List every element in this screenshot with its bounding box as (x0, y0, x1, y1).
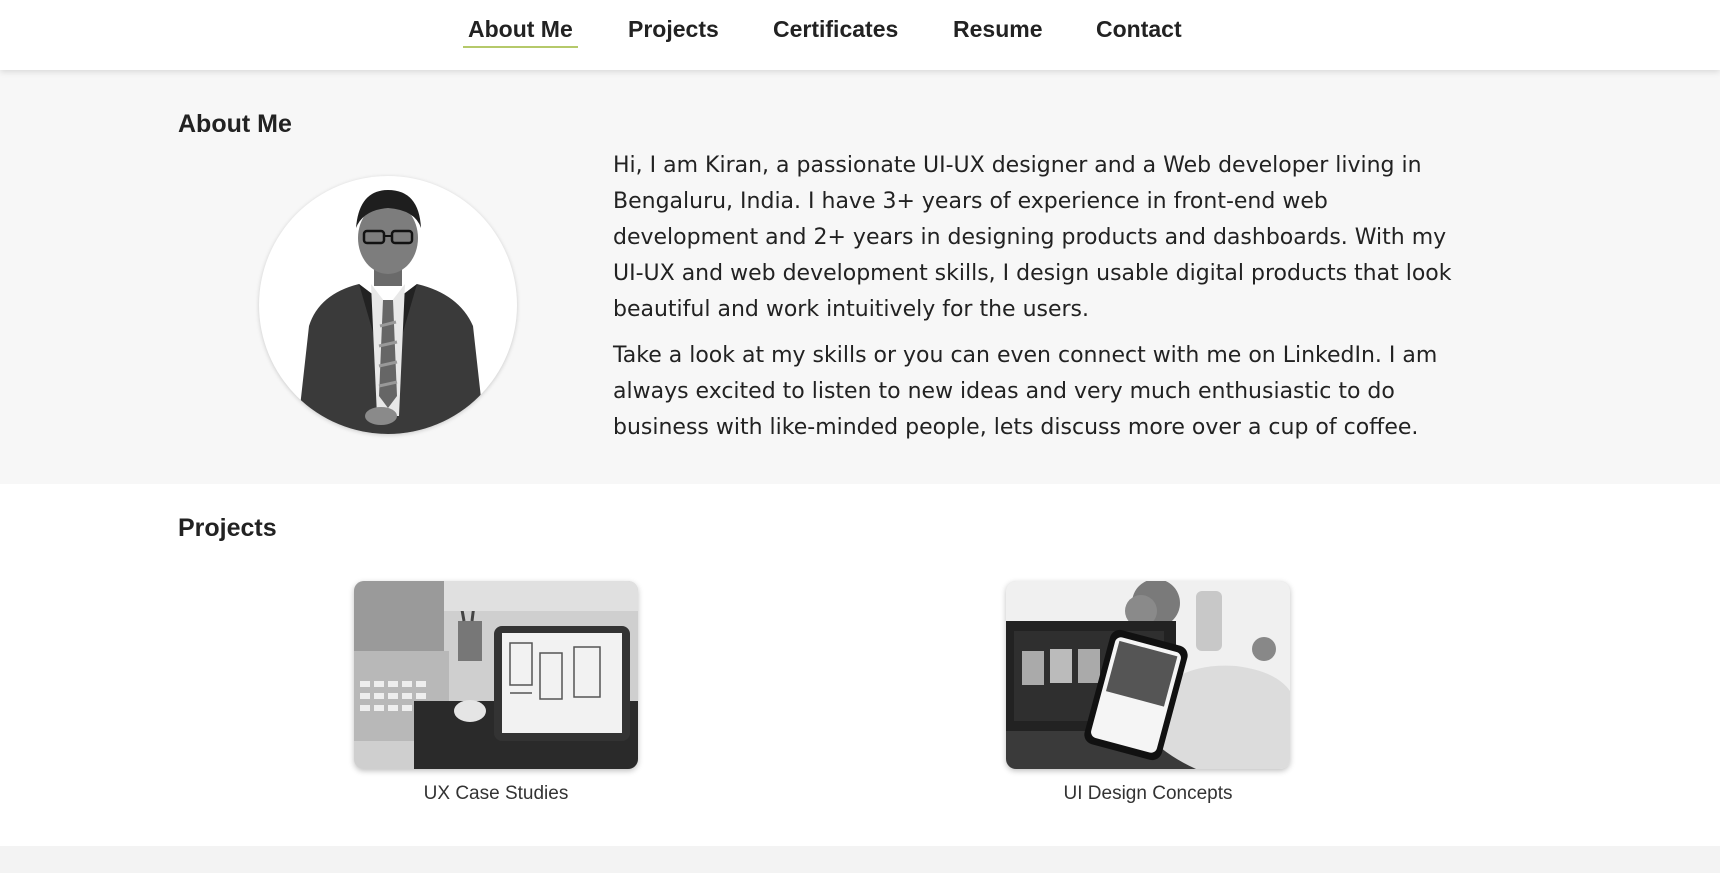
project-card-label[interactable]: UI Design Concepts (998, 783, 1298, 805)
project-card-label[interactable]: UX Case Studies (346, 783, 646, 805)
ui-design-concepts-image (1006, 581, 1290, 769)
profile-photo (297, 190, 485, 434)
about-title: About Me (178, 110, 292, 138)
nav-projects[interactable]: Projects (628, 12, 719, 46)
project-card-ux-case-studies[interactable] (354, 581, 638, 769)
projects-title: Projects (178, 514, 277, 542)
bio-paragraph: Hi, I am Kiran, a passionate UI-UX desig… (613, 153, 1452, 322)
footer-strip (0, 846, 1720, 873)
nav-resume[interactable]: Resume (953, 12, 1042, 46)
nav-contact[interactable]: Contact (1096, 12, 1182, 46)
profile-avatar (259, 176, 517, 434)
project-card-ui-design-concepts[interactable] (1006, 581, 1290, 769)
nav-about-me[interactable]: About Me (463, 12, 578, 48)
ux-case-studies-image (354, 581, 638, 769)
nav-certificates[interactable]: Certificates (773, 12, 898, 46)
about-bio: Hi, I am Kiran, a passionate UI-UX desig… (613, 148, 1473, 456)
bio-paragraph: Take a look at my skills or you can even… (613, 343, 1438, 440)
top-navigation: About Me Projects Certificates Resume Co… (0, 0, 1720, 70)
